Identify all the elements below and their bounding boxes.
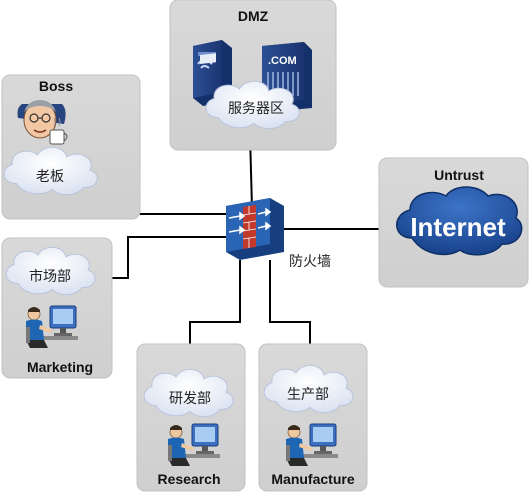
zone-research-title: Research	[157, 471, 220, 487]
manufacture-cloud-label: 生产部	[287, 387, 329, 403]
internet-label: Internet	[410, 212, 506, 242]
zone-dmz: DMZ .COM 服务器区	[169, 0, 337, 151]
firewall-icon: 防火墙	[226, 198, 331, 270]
research-cloud-label: 研发部	[169, 391, 211, 407]
zone-untrust: Untrust Internet	[378, 157, 529, 288]
zone-manufacture-title: Manufacture	[271, 471, 354, 487]
zone-dmz-title: DMZ	[238, 8, 269, 24]
zone-manufacture: 生产部 Manufacture	[258, 343, 368, 492]
zone-untrust-title: Untrust	[434, 167, 484, 183]
zone-boss-title: Boss	[39, 78, 73, 94]
zone-boss: Boss 老板	[1, 74, 141, 220]
firewall-label: 防火墙	[289, 254, 331, 270]
dmz-cloud-label: 服务器区	[228, 101, 284, 117]
boss-cloud-label: 老板	[36, 169, 64, 185]
marketing-cloud-label: 市场部	[29, 268, 71, 285]
network-diagram: DMZ .COM 服务器区 Boss 老板 市场部 Marketing 研发部 …	[1, 0, 529, 492]
server-badge-text: .COM	[268, 55, 297, 67]
zone-marketing-title: Marketing	[27, 359, 93, 375]
zone-marketing: 市场部 Marketing	[1, 237, 113, 379]
link-marketing-firewall	[96, 236, 226, 279]
zone-research: 研发部 Research	[136, 343, 246, 492]
